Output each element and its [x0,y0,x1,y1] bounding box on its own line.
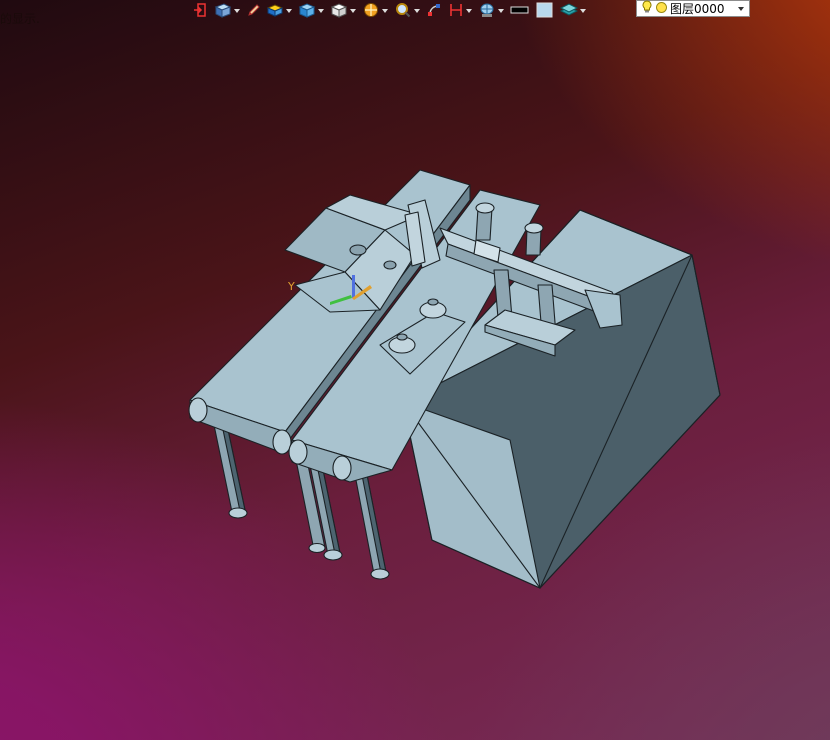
svg-text:Y: Y [287,280,295,293]
cad-model[interactable]: Y [0,0,830,740]
3d-viewport[interactable]: 的显示. 图层0000 Y [0,0,830,740]
